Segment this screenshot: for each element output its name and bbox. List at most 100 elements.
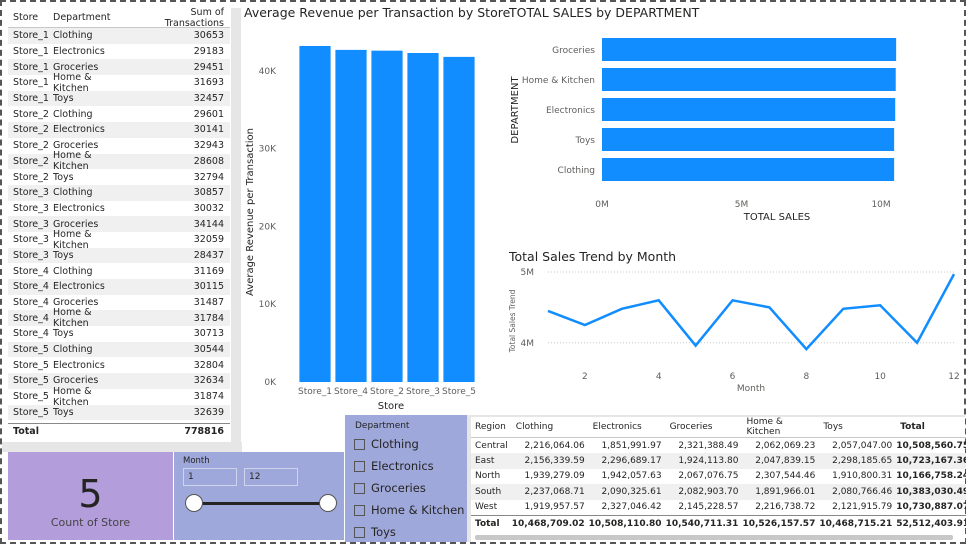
card-label: Count of Store xyxy=(50,516,131,529)
cell-store: Store_5 xyxy=(13,359,49,371)
checkbox-icon[interactable] xyxy=(354,460,365,472)
table-row[interactable]: Store_2 Home & Kitchen 28608 xyxy=(8,150,230,172)
table-row[interactable]: Store_1 Toys 32457 xyxy=(8,90,230,107)
bar-Store_2[interactable] xyxy=(371,50,403,383)
cell-transactions: 29451 xyxy=(193,61,224,73)
table-row[interactable]: Store_3 Home & Kitchen 32059 xyxy=(8,228,230,251)
y-axis-title: Average Revenue per Transaction xyxy=(245,128,256,296)
cell-transactions: 32059 xyxy=(193,234,224,246)
checkbox-icon[interactable] xyxy=(354,504,365,516)
matrix-row[interactable]: East 2,156,339.59 2,296,689.17 1,924,113.80… xyxy=(471,453,966,469)
dept-option-groceries[interactable]: Groceries xyxy=(354,481,426,495)
checkbox-icon[interactable] xyxy=(354,438,365,450)
table-row[interactable]: Store_4 Electronics 30115 xyxy=(8,279,230,295)
bar-clothing[interactable] xyxy=(602,158,895,181)
matrix-col-total[interactable]: Total xyxy=(896,417,966,438)
cell-transactions: 31693 xyxy=(193,77,224,89)
trend-line[interactable] xyxy=(547,273,956,352)
bar-electronics[interactable] xyxy=(602,98,896,121)
table-row[interactable]: Store_3 Clothing 30857 xyxy=(8,184,230,201)
table-row[interactable]: Store_5 Electronics 32804 xyxy=(8,357,230,373)
cell-store: Store_4 xyxy=(13,281,49,293)
cell-department: Home & Kitchen xyxy=(53,307,92,330)
matrix-cell: 1,939,279.09 xyxy=(524,471,585,482)
month-slider-start-handle[interactable] xyxy=(185,494,203,512)
matrix-cell: 2,216,064.06 xyxy=(524,440,585,451)
month-slider-end-handle[interactable] xyxy=(319,494,337,512)
matrix-col-groceries[interactable]: Groceries xyxy=(665,417,743,438)
cell-store: Store_3 xyxy=(13,218,49,230)
dept-sales-chart[interactable]: Groceries Home & Kitchen Electronics Toys Cl… xyxy=(502,22,942,227)
checkbox-icon[interactable] xyxy=(354,482,365,494)
bar-Store_1[interactable] xyxy=(299,46,331,382)
table-row[interactable]: Store_1 Home & Kitchen 31693 xyxy=(8,72,230,94)
cell-store: Store_1 xyxy=(13,46,49,58)
table-row[interactable]: Store_1 Clothing 30653 xyxy=(8,28,230,44)
table-row[interactable]: Store_3 Electronics 30032 xyxy=(8,201,230,217)
matrix-cell-region: East xyxy=(471,453,512,469)
col-header-store[interactable]: Store xyxy=(8,12,48,23)
month-to-input[interactable]: 12 xyxy=(244,468,298,486)
x-tick-label: 0M xyxy=(595,200,609,210)
x-tick-label: Store_5 xyxy=(442,387,476,397)
matrix-col-home-kitchen[interactable]: Home & Kitchen xyxy=(742,417,820,438)
bar-toys[interactable] xyxy=(602,128,895,151)
cell-department: Home & Kitchen xyxy=(53,228,92,251)
cell-store: Store_3 xyxy=(13,187,49,199)
matrix-col-electronics[interactable]: Electronics xyxy=(588,417,666,438)
table-row[interactable]: Store_5 Clothing 30544 xyxy=(8,341,230,358)
region-department-matrix[interactable]: Region Clothing Electronics Groceries Ho… xyxy=(467,415,966,542)
matrix-cell: 10,383,030.49 xyxy=(896,484,966,500)
y-tick-label: 0K xyxy=(264,378,277,388)
matrix-row[interactable]: West 1,919,957.57 2,327,046.42 2,145,228.57… xyxy=(471,500,966,516)
month-slider-track[interactable] xyxy=(194,502,328,505)
bar-Store_4[interactable] xyxy=(335,49,367,383)
y-axis-title: Total Sales Trend xyxy=(508,289,517,353)
table-row[interactable]: Store_5 Home & Kitchen 31874 xyxy=(8,386,230,408)
x-axis-title: Store xyxy=(378,401,404,412)
month-from-input[interactable]: 1 xyxy=(183,468,237,486)
matrix-cell: 2,307,544.46 xyxy=(755,471,816,482)
store-department-table[interactable]: Store Department Sum of Transactions Sto… xyxy=(8,7,230,440)
table-row[interactable]: Store_3 Toys 28437 xyxy=(8,247,230,264)
cell-store: Store_1 xyxy=(13,77,49,89)
dept-option-label: Toys xyxy=(371,525,396,539)
bar-Store_5[interactable] xyxy=(443,56,475,383)
bar-homekitchen[interactable] xyxy=(602,68,896,91)
dept-option-clothing[interactable]: Clothing xyxy=(354,437,419,451)
table-row[interactable]: Store_2 Electronics 30141 xyxy=(8,122,230,138)
cell-department: Clothing xyxy=(53,265,93,277)
x-tick-label: 8 xyxy=(803,372,809,382)
dept-option-home-kitchen[interactable]: Home & Kitchen xyxy=(354,503,464,517)
matrix-col-clothing[interactable]: Clothing xyxy=(511,417,589,438)
horizontal-scrollbar[interactable] xyxy=(475,535,953,540)
bar-groceries[interactable] xyxy=(602,38,897,61)
matrix-cell: 1,851,991.97 xyxy=(601,440,662,451)
dept-option-toys[interactable]: Toys xyxy=(354,525,396,539)
sales-trend-chart[interactable]: 4M 5M 2 4 6 8 10 12 Month Total Sales Trend xyxy=(502,264,964,396)
table-row[interactable]: Store_5 Toys 32639 xyxy=(8,404,230,421)
checkbox-icon[interactable] xyxy=(354,526,365,538)
matrix-col-region[interactable]: Region xyxy=(471,417,512,438)
matrix-row[interactable]: South 2,237,068.71 2,090,325.61 2,082,903.7… xyxy=(471,484,966,500)
table-row[interactable]: Store_4 Clothing 31169 xyxy=(8,263,230,279)
dept-option-label: Groceries xyxy=(371,481,426,495)
matrix-row[interactable]: Central 2,216,064.06 1,851,991.97 2,321,388… xyxy=(471,438,966,454)
matrix-col-toys[interactable]: Toys xyxy=(819,417,897,438)
matrix-cell: 10,166,758.24 xyxy=(896,471,966,482)
matrix-row[interactable]: North 1,939,279.09 1,942,057.63 2,067,076.7… xyxy=(471,469,966,485)
avg-revenue-chart[interactable]: 0K10K20K30K40KStore_1 Store_4 Store_2 Store… xyxy=(242,22,492,414)
table-row[interactable]: Store_2 Clothing 29601 xyxy=(8,106,230,122)
table-row[interactable]: Store_1 Electronics 29183 xyxy=(8,44,230,60)
col-header-department[interactable]: Department xyxy=(48,12,130,23)
x-tick-label: Store_1 xyxy=(298,387,332,397)
report-canvas: Store Department Sum of Transactions Sto… xyxy=(0,0,966,544)
store-count-card: 5 Count of Store xyxy=(8,452,173,540)
cell-store: Store_2 xyxy=(13,108,49,120)
table-row[interactable]: Store_4 Home & Kitchen 31784 xyxy=(8,307,230,330)
dept-option-electronics[interactable]: Electronics xyxy=(354,459,434,473)
bar-Store_3[interactable] xyxy=(407,53,439,382)
table-row[interactable]: Store_2 Toys 32794 xyxy=(8,169,230,185)
table-row[interactable]: Store_4 Toys 30713 xyxy=(8,326,230,342)
col-header-sum-transactions[interactable]: Sum of Transactions xyxy=(130,7,230,29)
